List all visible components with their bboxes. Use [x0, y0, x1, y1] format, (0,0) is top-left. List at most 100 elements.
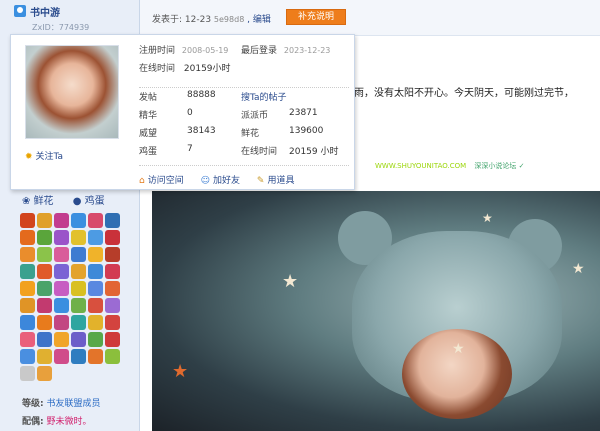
- medal-icon[interactable]: [71, 349, 86, 364]
- medal-icon[interactable]: [105, 213, 120, 228]
- medal-icon[interactable]: [54, 230, 69, 245]
- medal-icon[interactable]: [71, 332, 86, 347]
- online-time: 在线时间 20159小时: [139, 61, 231, 74]
- username-link[interactable]: 书中游: [30, 4, 60, 19]
- star-icon: ★: [452, 341, 465, 357]
- medal-icon[interactable]: [20, 349, 35, 364]
- stat-flowers: 鲜花 139600: [241, 126, 323, 139]
- stat-online: 在线时间 20159 小时: [241, 144, 339, 157]
- medal-icon[interactable]: [71, 213, 86, 228]
- medal-icon[interactable]: [88, 264, 103, 279]
- match-value[interactable]: 野未微时。: [46, 417, 91, 427]
- visit-space-button[interactable]: ⌂ 访问空间: [139, 173, 184, 186]
- add-friend-label: 加好友: [213, 176, 241, 186]
- medal-icon[interactable]: [20, 281, 35, 296]
- use-tool-button[interactable]: ✎ 用道具: [257, 173, 295, 186]
- medal-icon[interactable]: [88, 298, 103, 313]
- star-icon: ★: [572, 261, 585, 277]
- medal-icon[interactable]: [88, 213, 103, 228]
- search-posts-link[interactable]: 搜Ta的帖子: [241, 90, 287, 103]
- medal-icon[interactable]: [37, 247, 52, 262]
- reg-time: 注册时间 2008-05-19: [139, 43, 228, 56]
- flower-link[interactable]: ❀ 鲜花: [22, 196, 62, 207]
- medal-icon[interactable]: [20, 247, 35, 262]
- add-note-button[interactable]: 补充说明: [286, 9, 346, 25]
- medal-icon[interactable]: [88, 281, 103, 296]
- medal-icon[interactable]: [20, 264, 35, 279]
- reg-label: 注册时间: [139, 46, 176, 56]
- medal-grid: [20, 213, 120, 381]
- medal-icon[interactable]: [54, 349, 69, 364]
- post-text: 雨，没有太阳不开心。今天阴天，可能刚过完节，: [354, 88, 574, 99]
- medal-icon[interactable]: [71, 281, 86, 296]
- medal-icon[interactable]: [88, 332, 103, 347]
- medal-icon[interactable]: [37, 213, 52, 228]
- egg-label: 鸡蛋: [84, 196, 105, 207]
- forum-watermark: WWW.SHUYOUNITAO.COM 深深小说论坛 ✓: [375, 161, 524, 171]
- add-friend-button[interactable]: ☺ 加好友: [201, 173, 240, 186]
- medal-icon[interactable]: [37, 281, 52, 296]
- tool-icon: ✎: [256, 176, 265, 186]
- medal-icon[interactable]: [54, 264, 69, 279]
- stat-value: 23871: [289, 108, 318, 118]
- medal-icon[interactable]: [37, 349, 52, 364]
- stat-value: 88888: [187, 90, 216, 100]
- medal-icon[interactable]: [105, 332, 120, 347]
- medal-icon[interactable]: [54, 298, 69, 313]
- medal-icon[interactable]: [88, 349, 103, 364]
- card-actions: ⌂ 访问空间 ☺ 加好友 ✎ 用道具: [139, 165, 349, 186]
- use-tool-label: 用道具: [267, 176, 295, 186]
- match-label: 配偶:: [22, 417, 44, 427]
- medal-icon[interactable]: [20, 332, 35, 347]
- avatar[interactable]: [25, 45, 119, 139]
- medal-icon[interactable]: [105, 298, 120, 313]
- medal-icon[interactable]: [20, 298, 35, 313]
- medal-icon[interactable]: [71, 230, 86, 245]
- medal-icon[interactable]: [105, 281, 120, 296]
- stat-label: 鲜花: [241, 129, 260, 139]
- stat-eggs: 鸡蛋 7: [139, 144, 193, 157]
- medal-icon[interactable]: [37, 315, 52, 330]
- medal-icon[interactable]: [20, 366, 35, 381]
- medal-icon[interactable]: [88, 230, 103, 245]
- medal-icon[interactable]: [54, 247, 69, 262]
- medal-icon[interactable]: [105, 264, 120, 279]
- medal-icon[interactable]: [54, 315, 69, 330]
- last-value: 2023-12-23: [283, 46, 331, 55]
- stat-label: 鸡蛋: [139, 147, 158, 157]
- medal-icon[interactable]: [105, 230, 120, 245]
- egg-link[interactable]: ● 鸡蛋: [73, 196, 113, 207]
- level-value[interactable]: 书友联盟成员: [46, 399, 100, 409]
- medal-icon[interactable]: [105, 247, 120, 262]
- medal-icon[interactable]: [54, 281, 69, 296]
- post-image[interactable]: ★ ★ ★ ★ ★: [152, 191, 600, 431]
- stat-coins: 派派币 23871: [241, 108, 318, 121]
- medal-icon[interactable]: [71, 315, 86, 330]
- reg-value: 2008-05-19: [181, 46, 229, 55]
- medal-icon[interactable]: [71, 264, 86, 279]
- medal-icon[interactable]: [20, 315, 35, 330]
- medal-icon[interactable]: [37, 264, 52, 279]
- medal-icon[interactable]: [20, 213, 35, 228]
- medal-icon[interactable]: [54, 332, 69, 347]
- stat-label: 派派币: [241, 111, 269, 121]
- medal-icon[interactable]: [37, 366, 52, 381]
- follow-link[interactable]: ✹ 关注Ta: [25, 149, 63, 162]
- stat-value: 20159 小时: [289, 147, 339, 157]
- medal-icon[interactable]: [37, 230, 52, 245]
- medal-icon[interactable]: [105, 315, 120, 330]
- medal-icon[interactable]: [88, 247, 103, 262]
- medal-icon[interactable]: [71, 298, 86, 313]
- post-hash: 5e98d8: [213, 15, 245, 24]
- medal-icon[interactable]: [71, 247, 86, 262]
- star-icon: ★: [172, 361, 189, 382]
- medal-icon[interactable]: [105, 349, 120, 364]
- medal-icon[interactable]: [37, 298, 52, 313]
- medal-icon[interactable]: [54, 213, 69, 228]
- edit-link[interactable]: , 编辑: [247, 15, 271, 25]
- stat-posts: 发帖 88888: [139, 90, 216, 103]
- last-login: 最后登录 2023-12-23: [241, 43, 330, 56]
- medal-icon[interactable]: [37, 332, 52, 347]
- medal-icon[interactable]: [88, 315, 103, 330]
- medal-icon[interactable]: [20, 230, 35, 245]
